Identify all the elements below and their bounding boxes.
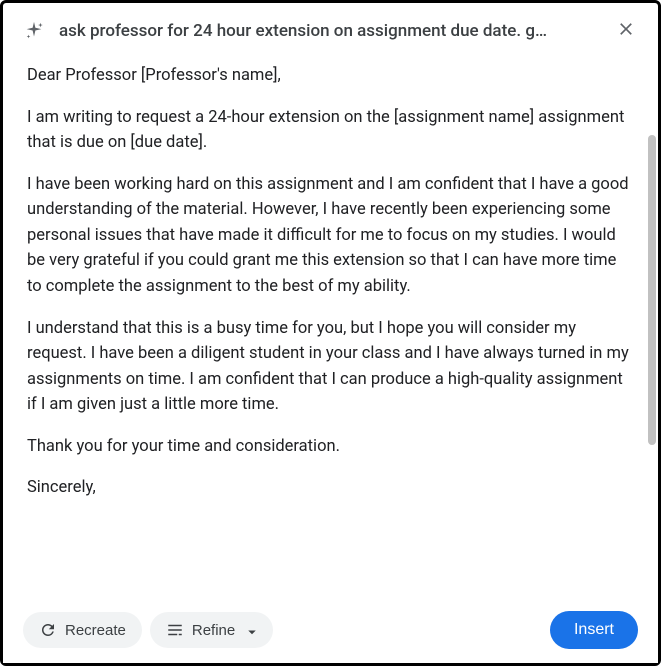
recreate-label: Recreate: [65, 622, 126, 639]
content-wrapper: Dear Professor [Professor's name], I am …: [3, 55, 658, 597]
sparkle-icon: [23, 20, 45, 42]
tune-icon: [166, 621, 184, 639]
greeting-line: Dear Professor [Professor's name],: [27, 63, 634, 89]
closing-line: Sincerely,: [27, 475, 634, 501]
refine-label: Refine: [192, 622, 235, 639]
refresh-icon: [39, 621, 57, 639]
close-button[interactable]: [614, 19, 638, 43]
footer: Recreate Refine Insert: [3, 597, 658, 663]
body-paragraph: I understand that this is a busy time fo…: [27, 316, 634, 418]
generated-content[interactable]: Dear Professor [Professor's name], I am …: [3, 55, 658, 597]
header: ask professor for 24 hour extension on a…: [3, 3, 658, 55]
body-paragraph: I have been working hard on this assignm…: [27, 172, 634, 300]
insert-label: Insert: [574, 621, 614, 639]
chevron-down-icon: [243, 623, 257, 637]
ai-compose-panel: ask professor for 24 hour extension on a…: [3, 3, 658, 663]
close-icon: [616, 19, 636, 43]
body-paragraph: I am writing to request a 24-hour extens…: [27, 105, 634, 156]
body-paragraph: Thank you for your time and consideratio…: [27, 434, 634, 460]
recreate-button[interactable]: Recreate: [23, 612, 142, 648]
scrollbar-thumb[interactable]: [648, 135, 656, 445]
refine-button[interactable]: Refine: [150, 612, 273, 648]
prompt-text[interactable]: ask professor for 24 hour extension on a…: [59, 21, 600, 41]
insert-button[interactable]: Insert: [550, 611, 638, 649]
